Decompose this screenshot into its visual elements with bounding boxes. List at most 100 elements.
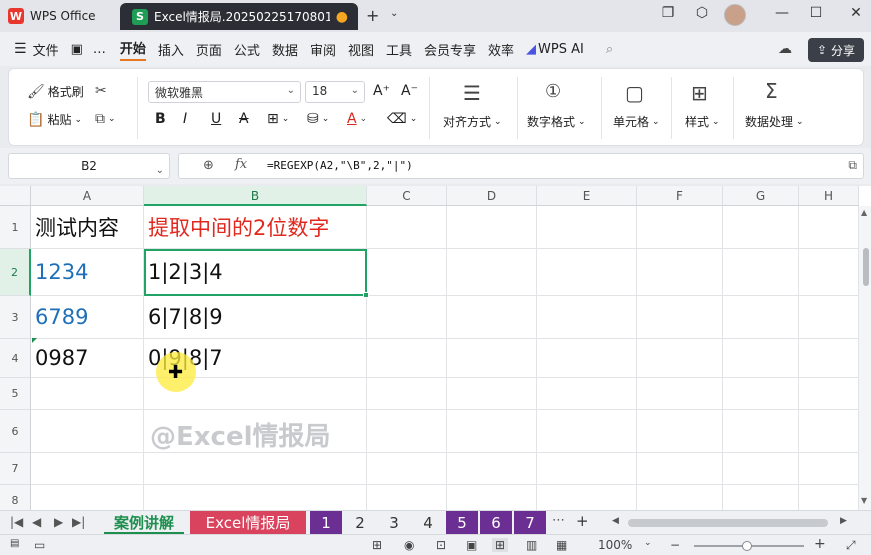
zoom-level[interactable]: 100% xyxy=(598,538,632,552)
sheet-tab-4[interactable]: 3 xyxy=(378,511,410,535)
zoom-in-icon[interactable]: + xyxy=(814,536,826,552)
column-header-d[interactable]: D xyxy=(447,186,537,206)
page-break-icon[interactable]: ▦ xyxy=(556,538,567,552)
column-header-e[interactable]: E xyxy=(537,186,637,206)
empty-cell[interactable] xyxy=(723,296,799,339)
empty-cell[interactable] xyxy=(367,249,447,296)
document-tab[interactable]: S Excel情报局.20250225170801 ● xyxy=(120,3,358,30)
empty-cell[interactable] xyxy=(447,485,537,510)
new-tab-button[interactable]: + xyxy=(366,6,379,25)
zoom-chevron-icon[interactable]: ⌄ xyxy=(644,538,652,548)
empty-cell[interactable] xyxy=(31,378,144,410)
cell-mode-icon[interactable]: ▭ xyxy=(34,538,45,552)
empty-cell[interactable] xyxy=(367,410,447,453)
empty-cell[interactable] xyxy=(537,453,637,485)
fx-icon[interactable]: fx xyxy=(235,157,247,172)
comment-icon[interactable]: ▣ xyxy=(466,538,477,552)
scroll-up-icon[interactable]: ▲ xyxy=(861,208,867,217)
empty-cell[interactable] xyxy=(367,339,447,378)
more-icon[interactable]: … xyxy=(93,42,106,57)
empty-cell[interactable] xyxy=(447,410,537,453)
empty-cell[interactable] xyxy=(144,453,367,485)
tab-list-chevron-icon[interactable]: ⌄ xyxy=(390,8,398,19)
cell-a4[interactable]: 0987 xyxy=(31,339,144,378)
row-header-6[interactable]: 6 xyxy=(0,410,31,453)
page-layout-icon[interactable]: ▥ xyxy=(526,538,537,552)
empty-cell[interactable] xyxy=(447,206,537,249)
italic-button[interactable]: I xyxy=(183,111,187,127)
underline-button[interactable]: U xyxy=(211,111,221,127)
more-sheets-icon[interactable]: ⋯ xyxy=(552,513,565,528)
empty-cell[interactable] xyxy=(144,485,367,510)
sheet-tab-7[interactable]: 6 xyxy=(480,511,512,535)
cell-b1[interactable]: 提取中间的2位数字 xyxy=(144,206,367,249)
empty-cell[interactable] xyxy=(447,339,537,378)
empty-cell[interactable] xyxy=(637,453,723,485)
empty-cell[interactable] xyxy=(799,206,859,249)
cloud-icon[interactable]: ☁ xyxy=(778,41,792,57)
scroll-right-icon[interactable]: ▶ xyxy=(840,516,847,526)
fullscreen-icon[interactable]: ⤢ xyxy=(846,538,856,553)
empty-cell[interactable] xyxy=(723,485,799,510)
row-header-8[interactable]: 8 xyxy=(0,485,31,510)
empty-cell[interactable] xyxy=(537,410,637,453)
empty-cell[interactable] xyxy=(799,453,859,485)
empty-cell[interactable] xyxy=(537,296,637,339)
align-button[interactable]: 对齐方式 ⌄ xyxy=(443,113,502,130)
data-processing-button[interactable]: 数据处理 ⌄ xyxy=(745,113,804,130)
empty-cell[interactable] xyxy=(637,296,723,339)
empty-cell[interactable] xyxy=(31,485,144,510)
cell-b3[interactable]: 6|7|8|9 xyxy=(144,296,367,339)
row-header-1[interactable]: 1 xyxy=(0,206,31,249)
macro-icon[interactable]: ▤ xyxy=(10,538,19,549)
empty-cell[interactable] xyxy=(367,296,447,339)
empty-cell[interactable] xyxy=(367,453,447,485)
paste-button[interactable]: 📋 粘贴 ⌄ xyxy=(27,111,82,128)
empty-cell[interactable] xyxy=(637,485,723,510)
sheet-view-icon[interactable]: ⊞ xyxy=(372,538,382,552)
row-header-3[interactable]: 3 xyxy=(0,296,31,339)
empty-cell[interactable] xyxy=(637,249,723,296)
fill-color-button[interactable]: ⛁ ⌄ xyxy=(307,111,329,127)
minimize-button[interactable]: — xyxy=(772,5,792,21)
empty-cell[interactable] xyxy=(367,206,447,249)
empty-cell[interactable] xyxy=(723,378,799,410)
add-sheet-icon[interactable]: + xyxy=(576,512,589,530)
decrease-font-button[interactable]: A⁻ xyxy=(401,83,418,99)
cell-a3[interactable]: 6789 xyxy=(31,296,144,339)
column-header-h[interactable]: H xyxy=(799,186,859,206)
horizontal-scrollbar[interactable] xyxy=(628,519,828,527)
share-button[interactable]: ⇪ 分享 xyxy=(808,38,864,62)
first-sheet-icon[interactable]: |◀ xyxy=(10,515,23,529)
zoom-search-icon[interactable]: ⊕ xyxy=(203,158,214,173)
wps-home-tab[interactable]: W WPS Office xyxy=(8,4,96,28)
increase-font-button[interactable]: A⁺ xyxy=(373,83,390,99)
formula-input[interactable]: ⊕ fx =REGEXP(A2,"\B",2,"|") ⧉ xyxy=(178,153,864,179)
freeze-icon[interactable]: ⊡ xyxy=(436,538,446,552)
scroll-left-icon[interactable]: ◀ xyxy=(612,516,619,526)
empty-cell[interactable] xyxy=(799,410,859,453)
empty-cell[interactable] xyxy=(447,296,537,339)
empty-cell[interactable] xyxy=(799,378,859,410)
hamburger-icon[interactable]: ☰ xyxy=(14,41,27,57)
cells-button[interactable]: 单元格 ⌄ xyxy=(613,113,660,130)
bold-button[interactable]: B xyxy=(155,111,166,127)
clear-button[interactable]: ⌫ ⌄ xyxy=(387,111,417,127)
maximize-button[interactable]: ☐ xyxy=(806,5,826,21)
empty-cell[interactable] xyxy=(31,410,144,453)
column-header-c[interactable]: C xyxy=(367,186,447,206)
scroll-down-icon[interactable]: ▼ xyxy=(861,496,867,505)
format-painter-button[interactable]: 🖌 格式刷 xyxy=(27,83,84,100)
search-icon[interactable]: ⌕ xyxy=(606,42,613,57)
empty-cell[interactable] xyxy=(723,249,799,296)
expand-formula-icon[interactable]: ⧉ xyxy=(848,158,857,173)
cut-button[interactable]: ✂ xyxy=(95,83,107,99)
avatar[interactable] xyxy=(724,4,746,26)
cube-icon[interactable]: ⬡ xyxy=(692,5,712,21)
font-name-select[interactable]: 微软雅黑 ⌄ xyxy=(148,81,301,103)
zoom-slider-knob[interactable] xyxy=(742,541,752,551)
empty-cell[interactable] xyxy=(537,485,637,510)
sheet-tab-3[interactable]: 2 xyxy=(344,511,376,535)
zoom-out-icon[interactable]: − xyxy=(670,538,680,552)
menu-tools[interactable]: 工具 xyxy=(386,40,412,59)
